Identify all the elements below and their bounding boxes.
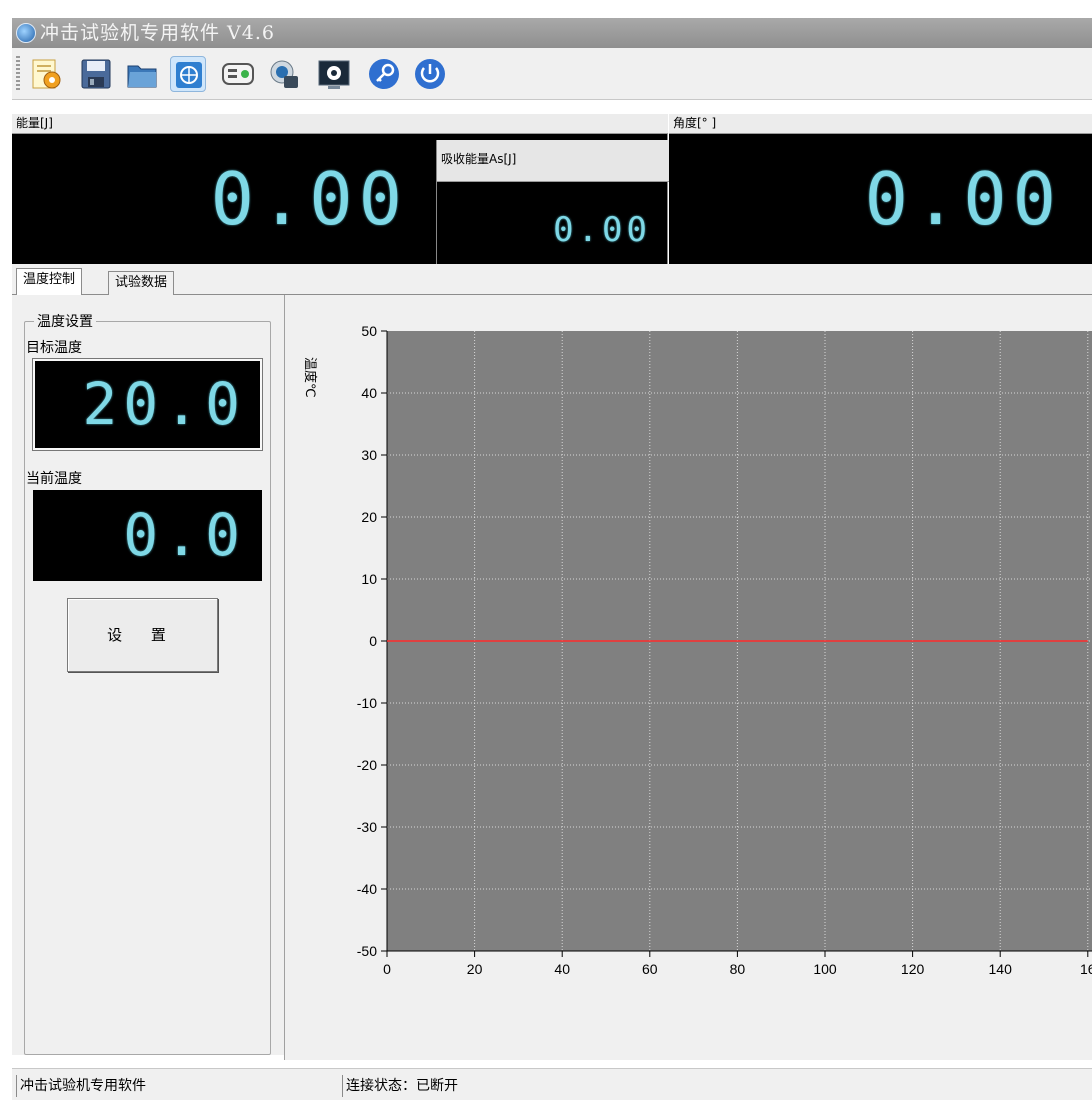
open-folder-icon — [127, 65, 157, 88]
key-button[interactable] — [366, 56, 402, 92]
camera-icon — [270, 60, 298, 88]
y-tick-label: -30 — [357, 819, 377, 835]
title-bar[interactable]: 冲击试验机专用软件 V4.6 — [12, 18, 1092, 48]
current-temperature-label: 当前温度 — [26, 471, 82, 487]
toolbar-grip[interactable] — [16, 56, 20, 92]
y-tick-label: 50 — [361, 323, 377, 339]
power-button[interactable] — [412, 56, 448, 92]
temperature-settings-title: 温度设置 — [34, 311, 96, 331]
x-tick-label: 60 — [642, 961, 658, 977]
target-temperature-value: 20.0 — [82, 370, 246, 438]
x-tick-label: 120 — [901, 961, 925, 977]
absorbed-energy-label: 吸收能量As[J] — [437, 140, 669, 182]
status-app-name: 冲击试验机专用软件 — [16, 1075, 336, 1097]
power-icon — [415, 59, 445, 89]
tab-temperature-control[interactable]: 温度控制 — [16, 268, 83, 295]
switch-icon — [222, 63, 254, 85]
y-tick-label: -50 — [357, 943, 377, 959]
energy-label: 能量[J] — [12, 114, 668, 134]
y-tick-label: -10 — [357, 695, 377, 711]
tab-test-data[interactable]: 试验数据 — [108, 271, 175, 295]
y-tick-label: 30 — [361, 447, 377, 463]
globe-icon — [176, 62, 202, 88]
energy-value: 0.00 — [210, 157, 408, 241]
screen-gear-icon — [318, 60, 350, 89]
y-tick-label: 40 — [361, 385, 377, 401]
open-button[interactable] — [124, 56, 160, 92]
save-icon — [81, 59, 111, 89]
y-tick-label: 20 — [361, 509, 377, 525]
angle-value: 0.00 — [864, 157, 1062, 241]
target-temperature-display: 20.0 — [32, 358, 263, 451]
y-tick-label: -40 — [357, 881, 377, 897]
x-tick-label: 100 — [813, 961, 837, 977]
key-icon — [369, 59, 399, 89]
absorbed-energy-value: 0.00 — [553, 210, 651, 250]
set-temperature-button[interactable]: 设 置 — [67, 598, 218, 672]
camera-button[interactable] — [266, 56, 302, 92]
status-connection: 连接状态：已断开 — [342, 1075, 742, 1097]
angle-panel: 角度[° ] 0.00 — [669, 114, 1092, 264]
temperature-chart: 温度℃ 50403020100-10-20-30-40-500 20 40 60 80 1… — [302, 323, 1092, 977]
angle-label: 角度[° ] — [669, 114, 1092, 134]
y-axis-label: 温度℃ — [302, 357, 318, 398]
x-tick-label: 140 — [989, 961, 1013, 977]
app-icon — [16, 23, 36, 43]
x-tick-label: 80 — [730, 961, 746, 977]
energy-panel: 能量[J] 0.00 吸收能量As[J] 0.00 — [12, 114, 669, 264]
x-tick-label: 16 — [1080, 961, 1092, 977]
display-settings-button[interactable] — [316, 56, 352, 92]
window-title: 冲击试验机专用软件 V4.6 — [40, 22, 275, 44]
absorbed-energy-panel: 吸收能量As[J] 0.00 — [436, 140, 669, 264]
current-temperature-value: 0.0 — [123, 501, 246, 569]
x-tick-label: 0 — [383, 961, 391, 977]
save-button[interactable] — [78, 56, 114, 92]
settings-icon — [32, 59, 61, 89]
language-button[interactable] — [170, 56, 206, 92]
settings-button[interactable] — [28, 56, 64, 92]
y-tick-label: 0 — [369, 633, 377, 649]
current-temperature-display: 0.0 — [33, 490, 262, 581]
target-temperature-label: 目标温度 — [26, 340, 82, 356]
status-bar: 冲击试验机专用软件 连接状态：已断开 — [12, 1068, 1092, 1100]
y-tick-label: -20 — [357, 757, 377, 773]
switch-button[interactable] — [220, 56, 256, 92]
x-tick-label: 40 — [554, 961, 570, 977]
y-tick-label: 10 — [361, 571, 377, 587]
toolbar — [12, 48, 1092, 100]
x-tick-label: 20 — [467, 961, 483, 977]
